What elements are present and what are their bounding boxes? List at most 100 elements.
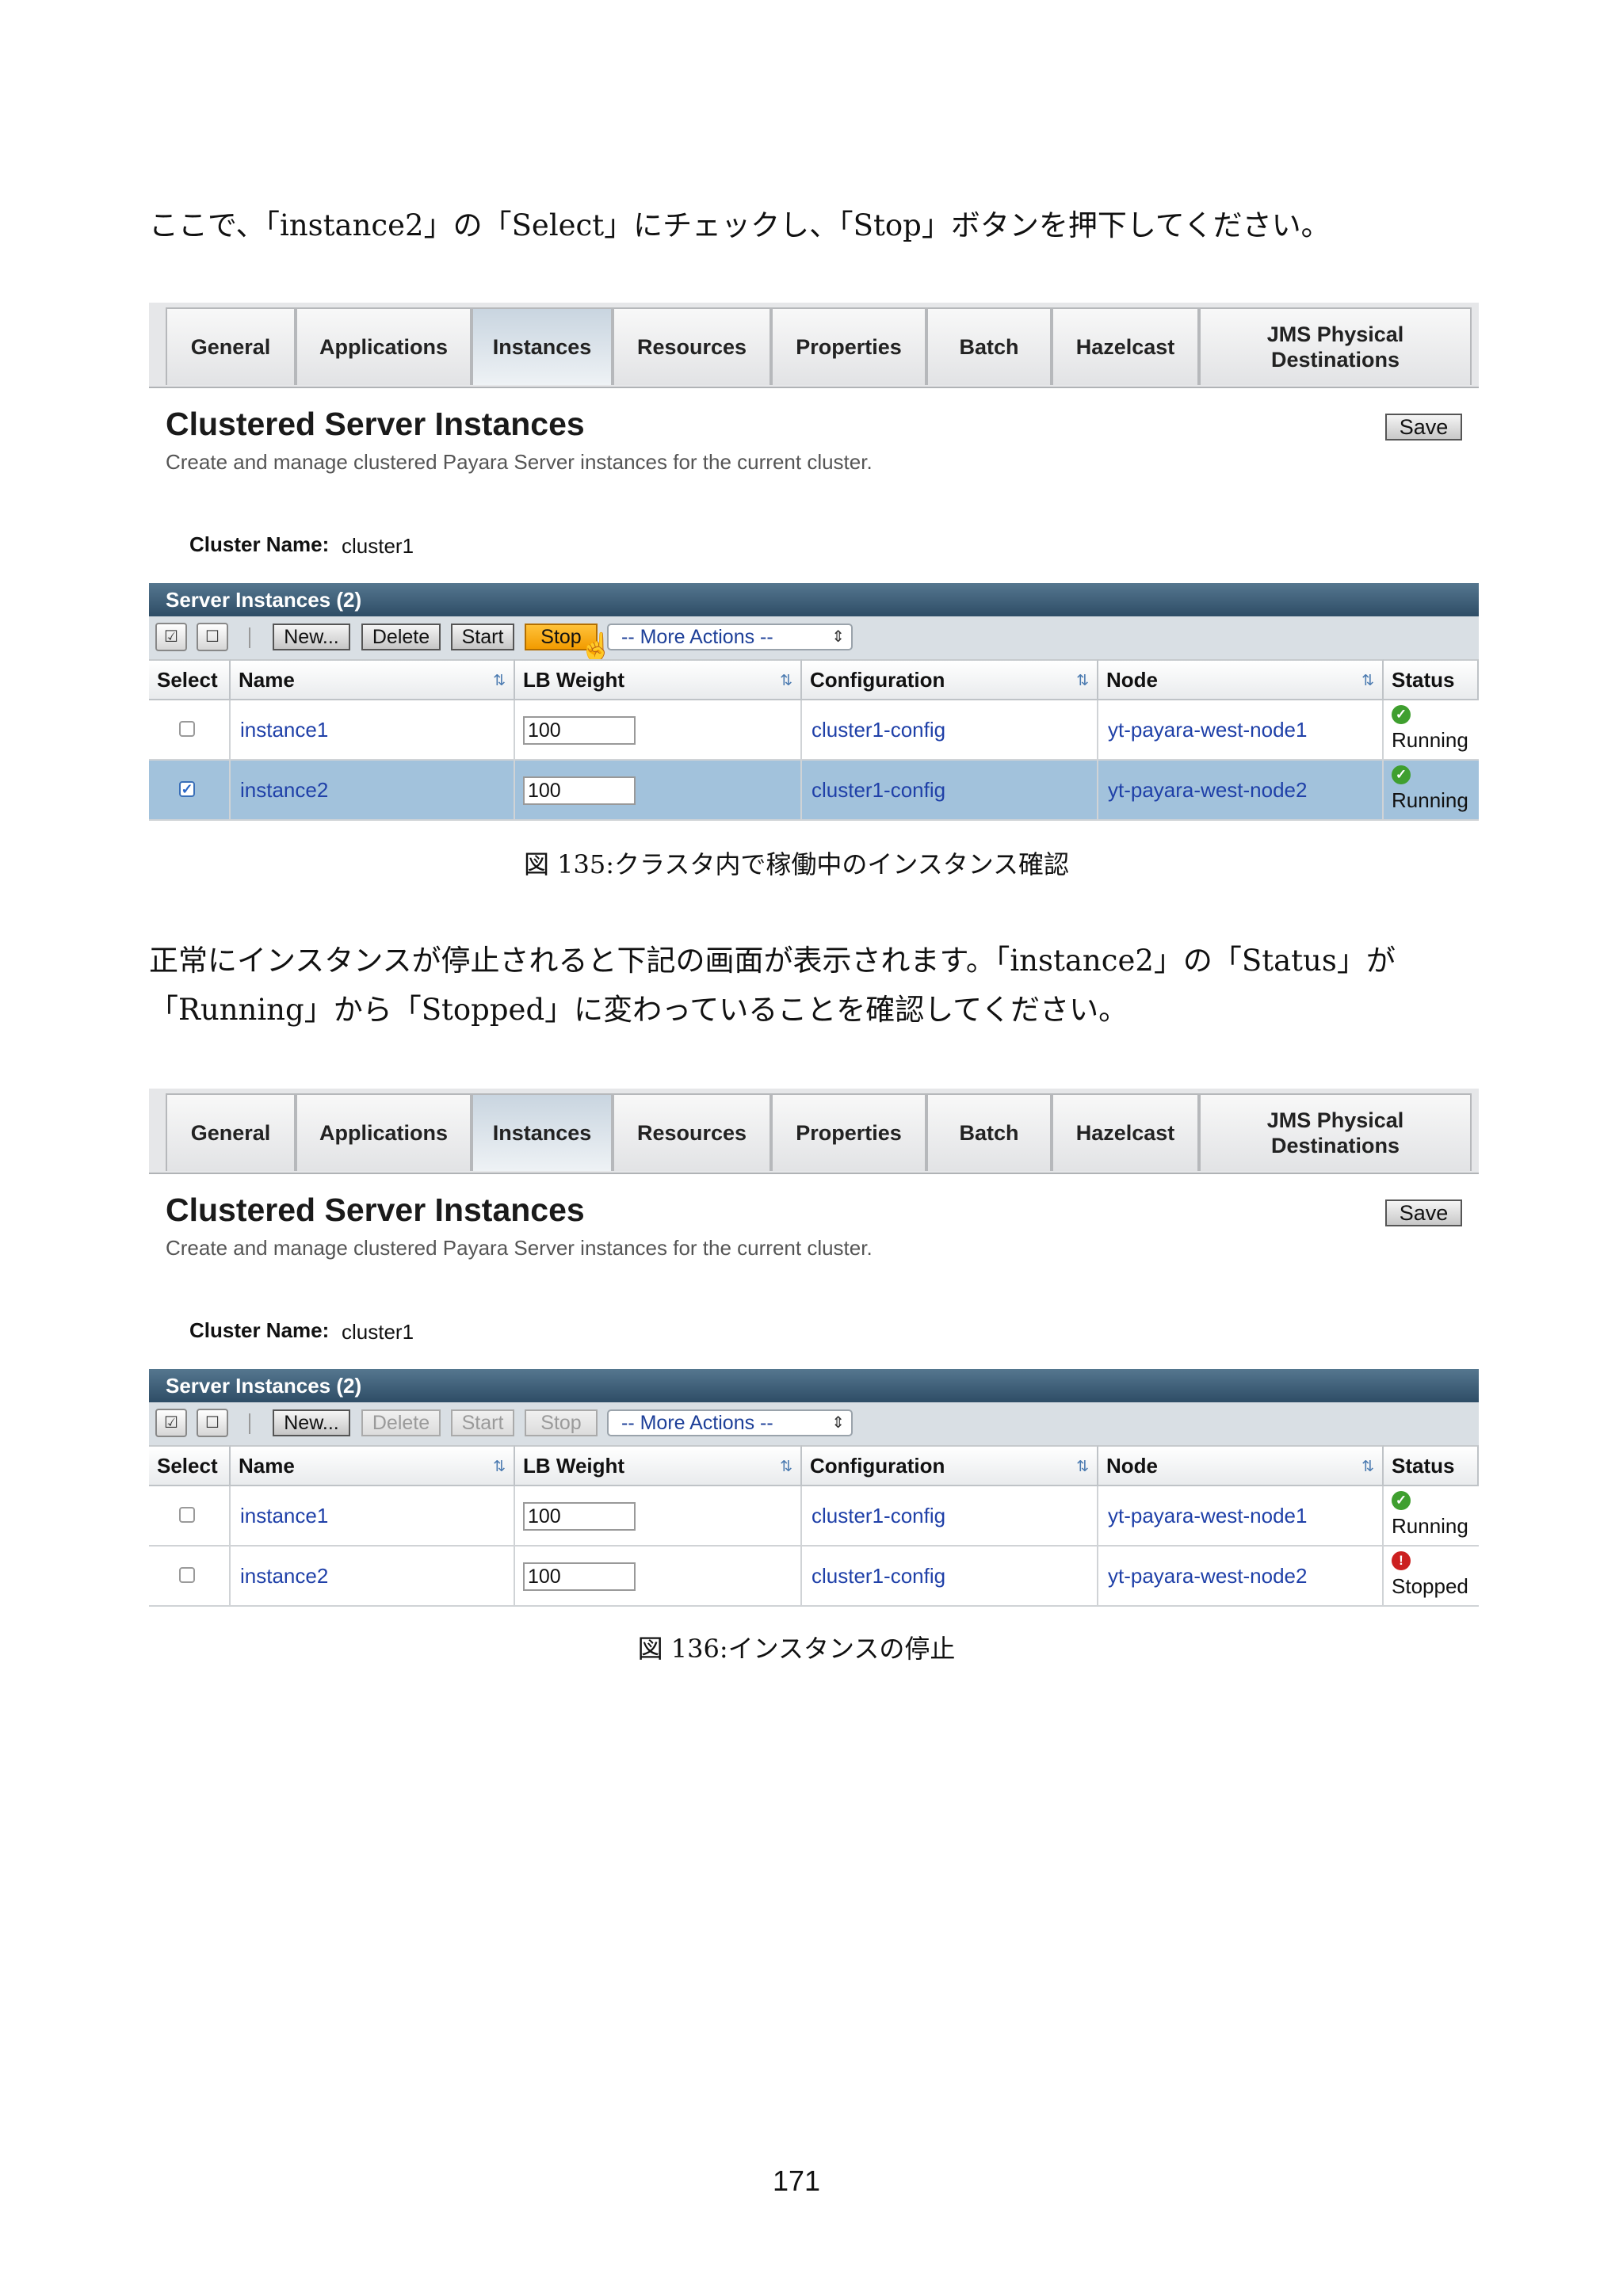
col-lb-weight-header[interactable]: LB Weight ⇅ xyxy=(515,1445,802,1486)
deselect-all-icon[interactable]: ☐ xyxy=(197,1409,228,1437)
table-row: instance2 100 cluster1-config yt-payara-wes… xyxy=(149,1547,1479,1607)
column-label: LB Weight xyxy=(523,668,625,692)
col-node-header[interactable]: Node ⇅ xyxy=(1098,1445,1384,1486)
row-select-checkbox[interactable] xyxy=(179,1507,195,1523)
save-button[interactable]: Save xyxy=(1385,1199,1462,1226)
sort-icon[interactable]: ⇅ xyxy=(1076,662,1089,700)
check-circle-icon: ✓ xyxy=(1392,1491,1411,1510)
lb-weight-input[interactable]: 100 xyxy=(523,1562,636,1591)
save-button[interactable]: Save xyxy=(1385,414,1462,441)
new-button[interactable]: New... xyxy=(273,624,350,650)
col-status-header: Status xyxy=(1384,659,1479,700)
more-actions-select[interactable]: -- More Actions -- ⇕ xyxy=(607,624,853,650)
more-actions-select[interactable]: -- More Actions -- ⇕ xyxy=(607,1409,853,1436)
tab-properties[interactable]: Properties xyxy=(771,307,926,385)
configuration-link[interactable]: cluster1-config xyxy=(802,1547,1098,1605)
tab-hazelcast[interactable]: Hazelcast xyxy=(1052,1093,1199,1171)
col-configuration-header[interactable]: Configuration ⇅ xyxy=(802,1445,1098,1486)
lb-weight-cell: 100 xyxy=(515,700,802,759)
tab-general[interactable]: General xyxy=(166,1093,296,1171)
tab-jms-physical-destinations[interactable]: JMS Physical Destinations xyxy=(1199,1093,1472,1171)
more-actions-label: -- More Actions -- xyxy=(621,1412,773,1434)
node-link[interactable]: yt-payara-west-node1 xyxy=(1098,1486,1384,1545)
status-text: Running xyxy=(1392,1514,1468,1538)
col-lb-weight-header[interactable]: LB Weight ⇅ xyxy=(515,659,802,700)
tab-general[interactable]: General xyxy=(166,307,296,385)
select-arrows-icon: ⇕ xyxy=(831,1414,845,1432)
column-label: Node xyxy=(1106,668,1158,692)
row-select-checkbox[interactable]: ✓ xyxy=(179,781,195,797)
cluster-name-value: cluster1 xyxy=(342,534,414,558)
col-name-header[interactable]: Name ⇅ xyxy=(231,1445,515,1486)
select-all-icon[interactable]: ☑ xyxy=(155,1409,187,1437)
col-configuration-header[interactable]: Configuration ⇅ xyxy=(802,659,1098,700)
instance-name-link[interactable]: instance2 xyxy=(231,761,515,819)
select-all-icon[interactable]: ☑ xyxy=(155,623,187,651)
tab-resources[interactable]: Resources xyxy=(613,1093,771,1171)
configuration-link[interactable]: cluster1-config xyxy=(802,700,1098,759)
node-link[interactable]: yt-payara-west-node2 xyxy=(1098,1547,1384,1605)
sort-icon[interactable]: ⇅ xyxy=(1361,662,1374,700)
sort-icon[interactable]: ⇅ xyxy=(493,1448,506,1486)
middle-paragraph-line1: 正常にインスタンスが停止されると下記の画面が表示されます。「instance2」… xyxy=(149,944,1396,978)
tab-bar: General Applications Instances Resources Pro… xyxy=(149,1089,1479,1174)
deselect-all-icon[interactable]: ☐ xyxy=(197,623,228,651)
table-row: instance1 100 cluster1-config yt-payara-wes… xyxy=(149,700,1479,761)
tab-applications[interactable]: Applications xyxy=(296,307,472,385)
delete-button[interactable]: Delete xyxy=(361,1409,441,1436)
tab-jms-physical-destinations[interactable]: JMS Physical Destinations xyxy=(1199,307,1472,385)
table-action-bar: ☑ ☐ New... Delete Start Stop ☝ -- More Actions … xyxy=(149,616,1479,661)
table-action-bar: ☑ ☐ New... Delete Start Stop -- More Actions -… xyxy=(149,1402,1479,1445)
select-cell xyxy=(149,1547,231,1605)
lb-weight-cell: 100 xyxy=(515,761,802,819)
col-name-header[interactable]: Name ⇅ xyxy=(231,659,515,700)
status-cell: ! Stopped xyxy=(1384,1547,1479,1605)
cluster-name-label: Cluster Name: xyxy=(189,1318,330,1342)
column-label: Status xyxy=(1392,1454,1455,1478)
tab-batch[interactable]: Batch xyxy=(926,307,1052,385)
tab-batch[interactable]: Batch xyxy=(926,1093,1052,1171)
tab-instances[interactable]: Instances xyxy=(472,307,613,385)
lb-weight-cell: 100 xyxy=(515,1486,802,1545)
stop-button[interactable]: Stop xyxy=(525,1409,598,1436)
new-button[interactable]: New... xyxy=(273,1409,350,1436)
instance-name-link[interactable]: instance1 xyxy=(231,700,515,759)
instance-name-link[interactable]: instance1 xyxy=(231,1486,515,1545)
tab-applications[interactable]: Applications xyxy=(296,1093,472,1171)
tab-instances[interactable]: Instances xyxy=(472,1093,613,1171)
configuration-link[interactable]: cluster1-config xyxy=(802,1486,1098,1545)
col-node-header[interactable]: Node ⇅ xyxy=(1098,659,1384,700)
sort-icon[interactable]: ⇅ xyxy=(1361,1448,1374,1486)
status-text: Running xyxy=(1392,728,1468,752)
sort-icon[interactable]: ⇅ xyxy=(780,662,792,700)
lb-weight-input[interactable]: 100 xyxy=(523,776,636,805)
tab-properties[interactable]: Properties xyxy=(771,1093,926,1171)
sort-icon[interactable]: ⇅ xyxy=(1076,1448,1089,1486)
sort-icon[interactable]: ⇅ xyxy=(493,662,506,700)
lb-weight-input[interactable]: 100 xyxy=(523,1502,636,1531)
delete-button[interactable]: Delete xyxy=(361,624,441,650)
server-instances-table-title: Server Instances (2) xyxy=(149,583,1479,616)
status-cell: ✓ Running xyxy=(1384,761,1479,819)
row-select-checkbox[interactable] xyxy=(179,1567,195,1583)
row-select-checkbox[interactable] xyxy=(179,721,195,737)
start-button[interactable]: Start xyxy=(451,1409,514,1436)
node-link[interactable]: yt-payara-west-node2 xyxy=(1098,761,1384,819)
tab-resources[interactable]: Resources xyxy=(613,307,771,385)
tab-hazelcast[interactable]: Hazelcast xyxy=(1052,307,1199,385)
status-text: Stopped xyxy=(1392,1574,1468,1598)
node-link[interactable]: yt-payara-west-node1 xyxy=(1098,700,1384,759)
column-label: Configuration xyxy=(810,1454,945,1478)
column-label: Configuration xyxy=(810,668,945,692)
tab-bar: General Applications Instances Resources Pro… xyxy=(149,303,1479,388)
cluster-name-label: Cluster Name: xyxy=(189,532,330,556)
start-button[interactable]: Start xyxy=(451,624,514,650)
instance-name-link[interactable]: instance2 xyxy=(231,1547,515,1605)
check-circle-icon: ✓ xyxy=(1392,765,1411,784)
page-title: Clustered Server Instances xyxy=(166,406,585,442)
configuration-link[interactable]: cluster1-config xyxy=(802,761,1098,819)
sort-icon[interactable]: ⇅ xyxy=(780,1448,792,1486)
column-label: Node xyxy=(1106,1454,1158,1478)
lb-weight-input[interactable]: 100 xyxy=(523,716,636,745)
column-label: Select xyxy=(157,668,218,692)
